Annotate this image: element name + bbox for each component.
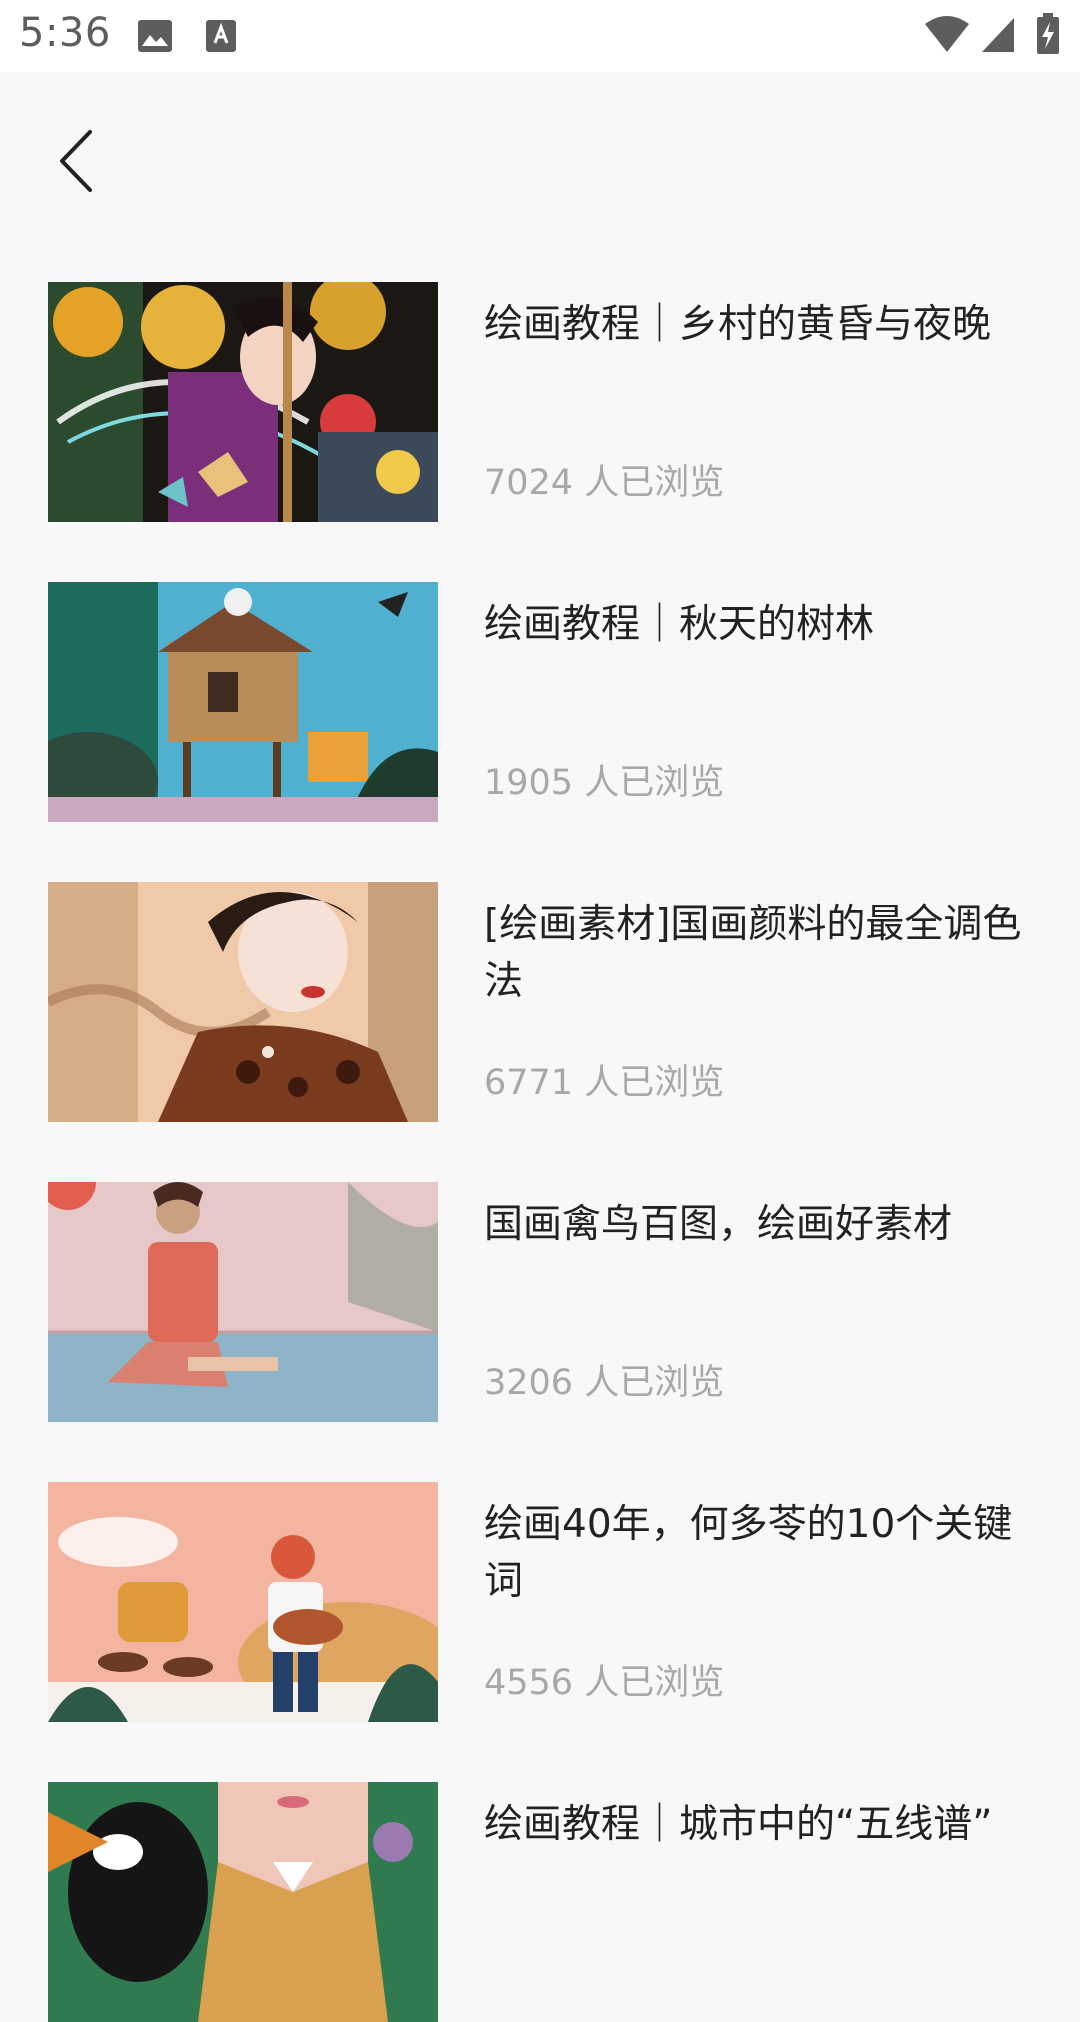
article-title: 绘画教程｜乡村的黄昏与夜晚 (484, 302, 992, 347)
keyboard-a-icon (205, 19, 237, 53)
image-icon (137, 19, 173, 53)
view-count: 1905 人已浏览 (484, 763, 725, 803)
article-title: [绘画素材]国画颜料的最全调色法 (484, 902, 1022, 1004)
view-count: 4556 人已浏览 (484, 1663, 725, 1703)
article-title: 绘画教程｜秋天的树林 (484, 602, 875, 647)
article-title: 绘画40年，何多苓的10个关键词 (484, 1502, 1013, 1604)
thumbnail-image (48, 1782, 438, 2022)
view-count: 3206 人已浏览 (484, 1363, 725, 1403)
list-item[interactable]: [绘画素材]国画颜料的最全调色法 6771 人已浏览 (48, 882, 1048, 1122)
thumbnail-image (48, 582, 438, 822)
article-title: 国画禽鸟百图，绘画好素材 (484, 1202, 953, 1247)
list-item[interactable]: 绘画教程｜乡村的黄昏与夜晚 7024 人已浏览 (48, 282, 1048, 522)
battery-charging-icon (1036, 13, 1060, 55)
list-item[interactable]: 国画禽鸟百图，绘画好素材 3206 人已浏览 (48, 1182, 1048, 1422)
signal-icon (980, 16, 1016, 54)
article-title: 绘画教程｜城市中的“五线谱” (484, 1802, 993, 1847)
thumbnail-image (48, 1182, 438, 1422)
view-count: 6771 人已浏览 (484, 1063, 725, 1103)
thumbnail-image (48, 882, 438, 1122)
status-time: 5:36 (19, 10, 111, 56)
wifi-icon (924, 14, 970, 54)
list-item[interactable]: 绘画教程｜城市中的“五线谱” (48, 1782, 1048, 2022)
chevron-left-icon (60, 130, 92, 192)
status-bar: 5:36 (0, 0, 1080, 72)
back-button[interactable] (40, 120, 120, 200)
thumbnail-image (48, 282, 438, 522)
list-item[interactable]: 绘画40年，何多苓的10个关键词 4556 人已浏览 (48, 1482, 1048, 1722)
thumbnail-image (48, 1482, 438, 1722)
list-item[interactable]: 绘画教程｜秋天的树林 1905 人已浏览 (48, 582, 1048, 822)
view-count: 7024 人已浏览 (484, 463, 725, 503)
